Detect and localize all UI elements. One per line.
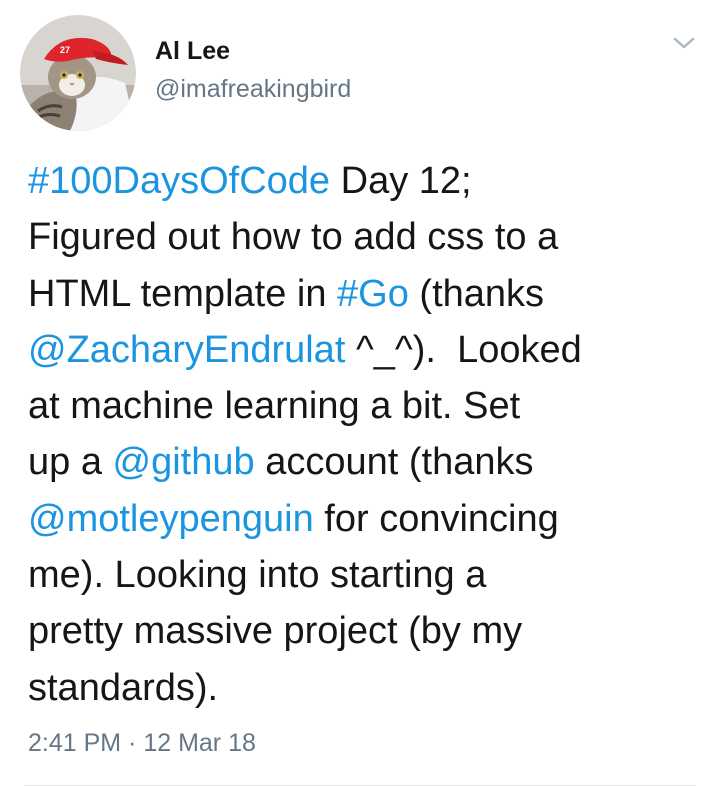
tweet-line: pretty massive project (by my bbox=[28, 603, 708, 659]
author-avatar[interactable]: 27 bbox=[20, 15, 136, 131]
chevron-down-icon bbox=[673, 37, 695, 49]
tweet-text: #100DaysOfCode Day 12; Figured out how to… bbox=[28, 153, 708, 716]
divider bbox=[24, 785, 696, 786]
mention-link[interactable]: @motleypenguin bbox=[28, 498, 314, 540]
tweet-text-segment: pretty massive project (by my bbox=[28, 610, 523, 653]
tweet-line: #100DaysOfCode Day 12; bbox=[28, 153, 708, 209]
tweet-text-segment: up a bbox=[28, 441, 113, 484]
tweet-text-segment: Figured out how to add css to a bbox=[28, 216, 559, 259]
tweet-line: @motleypenguin for convincing bbox=[28, 491, 708, 547]
tweet-line: up a @github account (thanks bbox=[28, 434, 708, 490]
mention-link[interactable]: @github bbox=[113, 441, 255, 483]
more-options-button[interactable] bbox=[672, 34, 696, 52]
hashtag-link[interactable]: #100DaysOfCode bbox=[28, 160, 330, 202]
author-handle[interactable]: @imafreakingbird bbox=[155, 73, 351, 105]
tweet-card: 27 Al Lee @imafreakingbird #100DaysOfCod… bbox=[0, 0, 720, 787]
tweet-text-segment: HTML template in bbox=[28, 272, 338, 315]
tweet-text-segment: standards). bbox=[28, 666, 219, 709]
mention-link[interactable]: @ZacharyEndrulat bbox=[28, 329, 345, 371]
author-name[interactable]: Al Lee bbox=[155, 35, 230, 67]
tweet-line: standards). bbox=[28, 660, 708, 716]
tweet-line: HTML template in #Go (thanks bbox=[28, 266, 708, 322]
tweet-text-segment: me). Looking into starting a bbox=[28, 554, 487, 597]
tweet-text-segment: ^_^). Looked bbox=[345, 328, 582, 371]
hashtag-link[interactable]: #Go bbox=[337, 273, 409, 315]
tweet-text-segment: (thanks bbox=[408, 272, 545, 315]
tweet-line: @ZacharyEndrulat ^_^). Looked bbox=[28, 322, 708, 378]
tweet-text-segment: account (thanks bbox=[254, 441, 534, 484]
tweet-text-segment: at machine learning a bit. Set bbox=[28, 385, 521, 428]
tweet-line: at machine learning a bit. Set bbox=[28, 378, 708, 434]
tweet-timestamp[interactable]: 2:41 PM · 12 Mar 18 bbox=[28, 727, 256, 759]
tweet-line: me). Looking into starting a bbox=[28, 547, 708, 603]
tweet-text-segment: Day 12; bbox=[330, 160, 472, 202]
cat-avatar-icon: 27 bbox=[20, 15, 136, 131]
svg-text:27: 27 bbox=[60, 45, 70, 55]
tweet-text-segment: for convincing bbox=[313, 497, 559, 540]
tweet-line: Figured out how to add css to a bbox=[28, 209, 708, 265]
